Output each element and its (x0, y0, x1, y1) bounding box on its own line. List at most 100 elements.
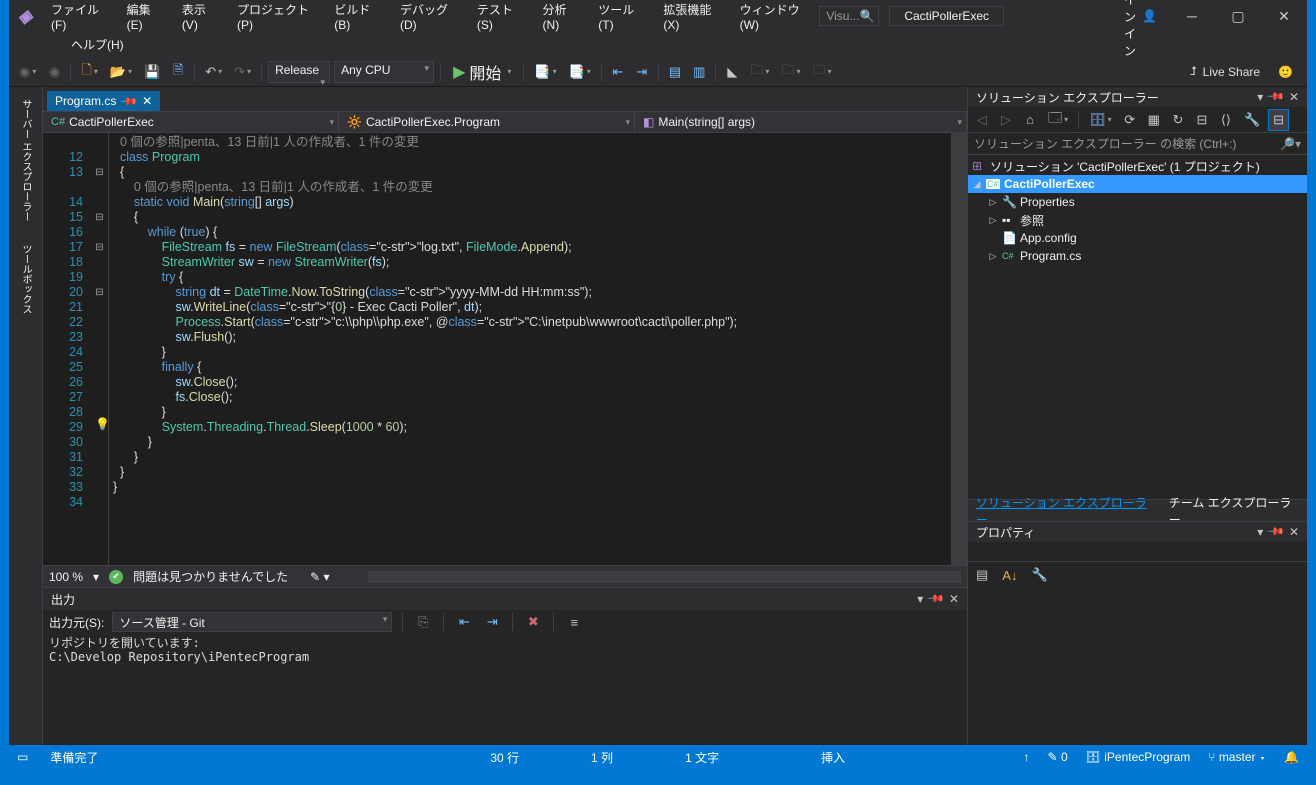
panel-close-icon[interactable]: ✕ (949, 592, 959, 606)
indent-out-button[interactable]: ⇤ (608, 61, 628, 83)
redo-button[interactable]: ↷▾ (230, 61, 255, 83)
props-alpha-icon[interactable]: A↓ (998, 564, 1021, 586)
props-dropdown-icon[interactable]: ▾ (1257, 525, 1263, 539)
bookmark-button[interactable]: ◣ (722, 61, 742, 83)
step-button-2[interactable]: 📑▾ (565, 61, 595, 83)
scrollbar-preview[interactable] (951, 133, 967, 565)
output-prev-icon[interactable]: ⇤ (454, 611, 474, 633)
step-button-1[interactable]: 📑▾ (530, 61, 560, 83)
status-branch[interactable]: master (1219, 750, 1256, 764)
pin-icon[interactable]: 📌 (120, 92, 139, 111)
menu-window[interactable]: ウィンドウ(W) (730, 0, 820, 36)
config-dropdown[interactable]: Release (268, 61, 330, 83)
sln-sync-icon[interactable]: ⟳ (1120, 109, 1140, 131)
tree-project[interactable]: ◢ C# CactiPollerExec (968, 175, 1307, 193)
save-all-button[interactable]: 🗎 (168, 61, 188, 83)
menu-debug[interactable]: デバッグ(D) (390, 0, 467, 36)
menu-extensions[interactable]: 拡張機能(X) (653, 0, 729, 36)
sln-fwd-icon[interactable]: ▷ (996, 109, 1016, 131)
sln-pending-icon[interactable]: 🗄▾ (1085, 109, 1116, 131)
props-pages-icon[interactable]: 🔧 (1027, 564, 1051, 586)
server-explorer-tab[interactable]: サーバー エクスプローラー (14, 93, 37, 228)
output-next-icon[interactable]: ⇥ (482, 611, 502, 633)
tab-program-cs[interactable]: Program.cs 📌 ✕ (47, 91, 160, 111)
sln-refresh-icon[interactable]: ↻ (1168, 109, 1188, 131)
menu-test[interactable]: テスト(S) (467, 0, 533, 36)
menu-build[interactable]: ビルド(B) (324, 0, 390, 36)
open-button[interactable]: 📂▾ (106, 61, 136, 83)
status-repo[interactable]: iPentecProgram (1104, 750, 1190, 764)
menu-view[interactable]: 表示(V) (172, 0, 227, 36)
back-button[interactable]: ◉▾ (15, 61, 40, 83)
expand-icon[interactable]: ▷ (988, 251, 998, 262)
forward-button[interactable]: ◉ (44, 61, 64, 83)
expand-icon[interactable]: ▷ (988, 215, 998, 226)
nav-class-dropdown[interactable]: 🔆CactiPollerExec.Program (339, 112, 635, 132)
props-pin-icon[interactable]: 📌 (1266, 522, 1286, 542)
menu-file[interactable]: ファイル(F) (41, 0, 117, 36)
brush-icon[interactable]: ✎ ▾ (310, 570, 329, 584)
sln-preview-icon[interactable]: ⊟ (1268, 109, 1289, 131)
output-clear-icon[interactable]: ✖ (523, 611, 543, 633)
tree-references[interactable]: ▷ ▪▪ 参照 (968, 211, 1307, 229)
indent-in-button[interactable]: ⇥ (632, 61, 652, 83)
maximize-button[interactable]: ▢ (1215, 0, 1261, 32)
close-tab-icon[interactable]: ✕ (142, 94, 152, 108)
feedback-icon[interactable]: 🙂 (1278, 65, 1293, 79)
props-close-icon[interactable]: ✕ (1289, 525, 1299, 539)
sln-collapse-icon[interactable]: ⊟ (1192, 109, 1212, 131)
zoom-level[interactable]: 100 % (49, 570, 83, 584)
find2-button[interactable]: 🗀▾ (777, 61, 804, 83)
status-publish-icon[interactable]: ↑ (1024, 750, 1030, 764)
undo-button[interactable]: ↶▾ (201, 61, 226, 83)
solution-search[interactable]: ソリューション エクスプローラー の検索 (Ctrl+:)🔎▾ (968, 133, 1307, 155)
comment-button[interactable]: ▤ (665, 61, 685, 83)
menu-help[interactable]: ヘルプ(H) (61, 32, 134, 57)
menu-project[interactable]: プロジェクト(P) (227, 0, 324, 36)
find-button[interactable]: 🗀▾ (746, 61, 773, 83)
platform-dropdown[interactable]: Any CPU (334, 61, 434, 83)
tree-properties[interactable]: ▷ 🔧 Properties (968, 193, 1307, 211)
sln-close-icon[interactable]: ✕ (1289, 90, 1299, 104)
menu-tools[interactable]: ツール(T) (588, 0, 653, 36)
tree-appconfig[interactable]: 📄 App.config (968, 229, 1307, 247)
save-button[interactable]: 💾 (140, 61, 164, 83)
hscrollbar[interactable] (368, 571, 961, 583)
solution-tree[interactable]: ⊞ ソリューション 'CactiPollerExec' (1 プロジェクト) ◢… (968, 155, 1307, 499)
sln-back-icon[interactable]: ◁ (972, 109, 992, 131)
sln-showall-icon[interactable]: ▦ (1144, 109, 1164, 131)
uncomment-button[interactable]: ▥ (689, 61, 709, 83)
panel-pin-icon[interactable]: 📌 (926, 589, 946, 609)
expand-icon[interactable]: ▷ (988, 197, 998, 208)
sln-dropdown-icon[interactable]: ▾ (1257, 90, 1263, 104)
menu-edit[interactable]: 編集(E) (117, 0, 172, 36)
code-editor[interactable]: 1213 14151617181920212223242526272829303… (43, 133, 967, 565)
close-button[interactable]: ✕ (1261, 0, 1307, 32)
output-wrap-icon[interactable]: ≡ (564, 611, 584, 633)
live-share-button[interactable]: Live Share (1203, 65, 1260, 79)
minimize-button[interactable]: ─ (1169, 0, 1215, 32)
props-categorized-icon[interactable]: ▤ (972, 564, 992, 586)
properties-grid[interactable] (968, 588, 1307, 769)
sln-pin-icon[interactable]: 📌 (1266, 87, 1286, 107)
new-item-button[interactable]: 🗋▾ (77, 61, 101, 83)
lightbulb-icon[interactable]: 💡 (95, 417, 110, 431)
sln-home-icon[interactable]: ⌂ (1020, 109, 1040, 131)
menu-analyze[interactable]: 分析(N) (533, 0, 589, 36)
tree-programcs[interactable]: ▷ C# Program.cs (968, 247, 1307, 265)
start-button[interactable]: ▶開始▾ (447, 58, 517, 86)
output-source-dropdown[interactable]: ソース管理 - Git (112, 612, 392, 632)
expand-icon[interactable]: ◢ (972, 179, 982, 190)
find3-button[interactable]: 🗀▾ (808, 61, 835, 83)
tree-solution-root[interactable]: ⊞ ソリューション 'CactiPollerExec' (1 プロジェクト) (968, 157, 1307, 175)
sln-properties-icon[interactable]: 🔧 (1240, 109, 1264, 131)
toolbox-tab[interactable]: ツールボックス (14, 238, 37, 320)
sln-code-icon[interactable]: ⟨⟩ (1216, 109, 1236, 131)
sln-scope-icon[interactable]: 🗔▾ (1044, 109, 1072, 131)
bell-icon[interactable]: 🔔 (1284, 750, 1299, 764)
nav-method-dropdown[interactable]: ◧Main(string[] args) (635, 112, 967, 132)
output-goto-icon[interactable]: ⎘ (413, 611, 433, 633)
quick-launch[interactable]: Visu...🔍 (819, 6, 879, 26)
panel-dropdown-icon[interactable]: ▾ (917, 592, 923, 606)
nav-project-dropdown[interactable]: C#CactiPollerExec (43, 112, 339, 132)
